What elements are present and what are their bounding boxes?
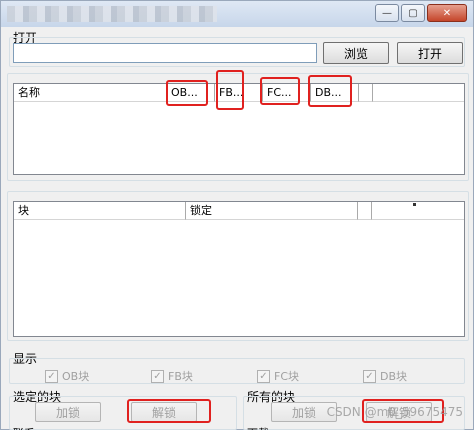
- col-header-filler: [373, 84, 464, 102]
- col-header-extra: [359, 84, 373, 102]
- contact-label: 联系: [13, 425, 35, 430]
- window-controls: — ▢ ✕: [375, 4, 467, 22]
- checkbox-ob[interactable]: ✓ OB块: [45, 368, 89, 384]
- col-header-filler2: [372, 202, 464, 220]
- highlight-ob: [166, 80, 208, 106]
- checkbox-fc-label: FC块: [274, 370, 300, 383]
- checkbox-db-label: DB块: [380, 370, 408, 383]
- close-button[interactable]: ✕: [427, 4, 467, 22]
- checkbox-db[interactable]: ✓ DB块: [363, 368, 407, 384]
- check-icon: ✓: [363, 369, 376, 383]
- maximize-button[interactable]: ▢: [401, 4, 425, 22]
- browse-button[interactable]: 浏览: [323, 42, 389, 64]
- check-icon: ✓: [45, 369, 58, 383]
- file-path-input[interactable]: [13, 43, 317, 63]
- title-bar[interactable]: — ▢ ✕: [1, 1, 473, 27]
- blurred-title: [7, 6, 217, 22]
- col-header-name[interactable]: 名称: [14, 84, 167, 102]
- download-label: 下载: [247, 425, 269, 430]
- checkbox-fb[interactable]: ✓ FB块: [151, 368, 193, 384]
- checkbox-fb-label: FB块: [168, 370, 193, 383]
- open-button[interactable]: 打开: [397, 42, 463, 64]
- minimize-button[interactable]: —: [375, 4, 399, 22]
- col-header-block[interactable]: 块: [14, 202, 186, 220]
- highlight-selected-unlock: [127, 399, 211, 423]
- check-icon: ✓: [151, 369, 164, 383]
- selected-lock-button[interactable]: 加锁: [35, 402, 101, 422]
- watermark: CSDN @m0_59675475: [326, 405, 463, 419]
- highlight-db: [308, 75, 352, 107]
- dot-marker: [413, 203, 416, 206]
- app-window: — ▢ ✕ 打开 浏览 打开 名称 OB... FB... FC... DB..…: [0, 0, 474, 430]
- check-icon: ✓: [257, 369, 270, 383]
- checkbox-fc[interactable]: ✓ FC块: [257, 368, 299, 384]
- highlight-fc: [260, 77, 300, 105]
- col-header-extra2: [358, 202, 372, 220]
- highlight-fb: [216, 70, 244, 110]
- checkbox-ob-label: OB块: [62, 370, 90, 383]
- lock-list[interactable]: 块 锁定: [13, 201, 465, 337]
- col-header-locked[interactable]: 锁定: [186, 202, 358, 220]
